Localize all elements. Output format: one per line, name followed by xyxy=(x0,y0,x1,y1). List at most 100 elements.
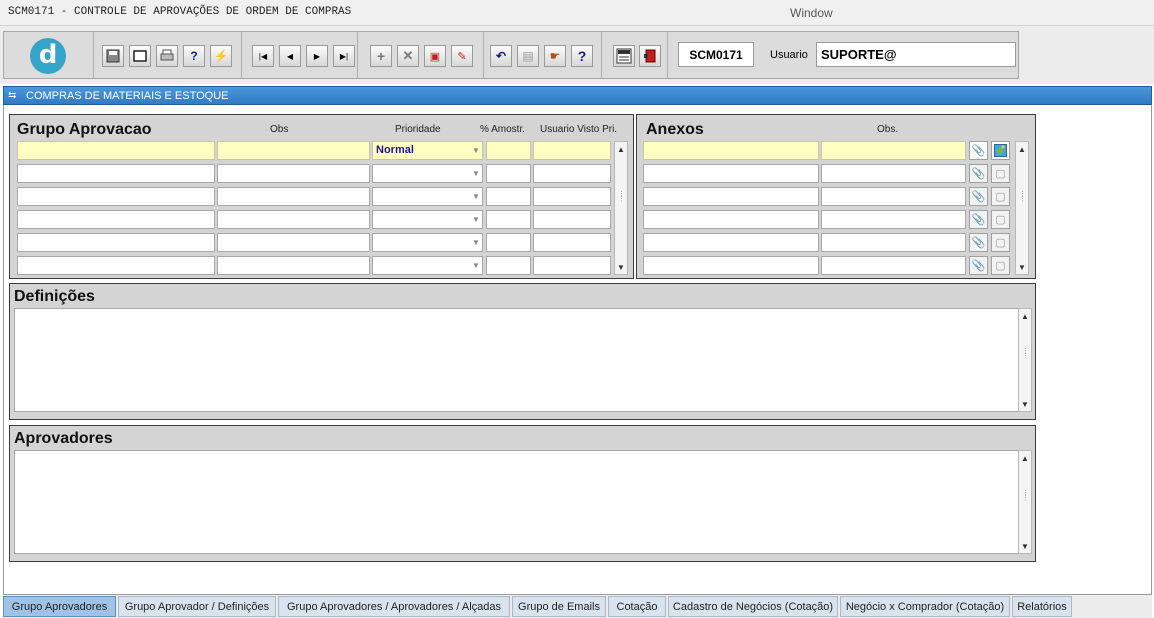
grupo-field[interactable] xyxy=(17,233,215,252)
anexo-field[interactable] xyxy=(643,141,819,160)
duplicate-record-icon[interactable]: ▣ xyxy=(424,45,446,67)
prioridade-select[interactable]: ▼ xyxy=(372,256,483,275)
aprovadores-textarea[interactable] xyxy=(14,450,1019,554)
scroll-up-icon[interactable]: ▲ xyxy=(1019,309,1031,323)
definicoes-textarea[interactable] xyxy=(14,308,1019,412)
scroll-up-icon[interactable]: ▲ xyxy=(615,142,627,156)
anexo-field[interactable] xyxy=(643,187,819,206)
prioridade-select[interactable]: ▼ xyxy=(372,210,483,229)
usuario-visto-field[interactable] xyxy=(533,256,611,275)
scroll-grip-icon[interactable]: ⋮ ⋮ xyxy=(1022,490,1029,502)
obs-field[interactable] xyxy=(217,141,370,160)
paperclip-icon[interactable]: 📎 xyxy=(969,256,988,275)
chevron-down-icon[interactable]: ▼ xyxy=(470,165,482,182)
user-field[interactable]: SUPORTE@ xyxy=(816,42,1016,67)
anexo-obs-field[interactable] xyxy=(821,256,966,275)
paperclip-icon[interactable]: 📎 xyxy=(969,210,988,229)
anexo-obs-field[interactable] xyxy=(821,187,966,206)
scroll-grip-icon[interactable]: ⋮ ⋮ xyxy=(1019,191,1026,203)
next-record-icon[interactable]: ▶ xyxy=(306,45,328,67)
tools-icon[interactable]: ☛ xyxy=(544,45,566,67)
usuario-visto-field[interactable] xyxy=(533,141,611,160)
execute-query-icon[interactable]: ⚡ xyxy=(210,45,232,67)
amostr-field[interactable] xyxy=(486,233,531,252)
edit-record-icon[interactable]: ✎ xyxy=(451,45,473,67)
tab-grupo-aprovadores-alcadas[interactable]: Grupo Aprovadores / Aprovadores / Alçada… xyxy=(278,596,510,617)
paperclip-icon[interactable]: 📎 xyxy=(969,141,988,160)
aprovadores-scrollbar[interactable]: ▲ ⋮ ⋮ ▼ xyxy=(1018,450,1032,554)
amostr-field[interactable] xyxy=(486,187,531,206)
scroll-up-icon[interactable]: ▲ xyxy=(1016,142,1028,156)
tab-cadastro-de-negocios[interactable]: Cadastro de Negócios (Cotação) xyxy=(668,596,838,617)
usuario-visto-field[interactable] xyxy=(533,164,611,183)
scroll-grip-icon[interactable]: ⋮ ⋮ xyxy=(618,191,625,203)
amostr-field[interactable] xyxy=(486,256,531,275)
grupo-scrollbar[interactable]: ▲ ⋮ ⋮ ▼ xyxy=(614,141,628,275)
window-icon[interactable] xyxy=(129,45,151,67)
prioridade-select[interactable]: ▼ xyxy=(372,187,483,206)
image-icon[interactable]: ▢ xyxy=(991,210,1010,229)
last-record-icon[interactable]: ▶| xyxy=(333,45,355,67)
image-icon[interactable]: ▢ xyxy=(991,256,1010,275)
exit-icon[interactable] xyxy=(639,45,661,67)
grupo-field[interactable] xyxy=(17,187,215,206)
definicoes-scrollbar[interactable]: ▲ ⋮ ⋮ ▼ xyxy=(1018,308,1032,412)
anexos-scrollbar[interactable]: ▲ ⋮ ⋮ ▼ xyxy=(1015,141,1029,275)
grupo-field[interactable] xyxy=(17,256,215,275)
collapse-icon[interactable]: ⇆ xyxy=(8,90,16,101)
grupo-field[interactable] xyxy=(17,164,215,183)
clipboard-icon[interactable]: ▤ xyxy=(517,45,539,67)
obs-field[interactable] xyxy=(217,187,370,206)
scroll-down-icon[interactable]: ▼ xyxy=(1019,539,1031,553)
chevron-down-icon[interactable]: ▼ xyxy=(470,257,482,274)
usuario-visto-field[interactable] xyxy=(533,210,611,229)
scroll-up-icon[interactable]: ▲ xyxy=(1019,451,1031,465)
help-icon[interactable]: ? xyxy=(571,45,593,67)
image-icon[interactable]: ▢ xyxy=(991,187,1010,206)
prev-record-icon[interactable]: ◀ xyxy=(279,45,301,67)
save-icon[interactable] xyxy=(102,45,124,67)
anexo-field[interactable] xyxy=(643,256,819,275)
scroll-down-icon[interactable]: ▼ xyxy=(1019,397,1031,411)
menu-icon[interactable] xyxy=(613,45,635,67)
undo-icon[interactable]: ↶ xyxy=(490,45,512,67)
tab-grupo-aprovador-definicoes[interactable]: Grupo Aprovador / Definições xyxy=(118,596,276,617)
image-icon[interactable] xyxy=(991,141,1010,160)
chevron-down-icon[interactable]: ▼ xyxy=(470,142,482,159)
chevron-down-icon[interactable]: ▼ xyxy=(470,234,482,251)
obs-field[interactable] xyxy=(217,233,370,252)
amostr-field[interactable] xyxy=(486,164,531,183)
amostr-field[interactable] xyxy=(486,141,531,160)
grupo-field[interactable] xyxy=(17,141,215,160)
tab-relatorios[interactable]: Relatórios xyxy=(1012,596,1072,617)
delete-record-icon[interactable]: ✕ xyxy=(397,45,419,67)
usuario-visto-field[interactable] xyxy=(533,187,611,206)
insert-record-icon[interactable]: + xyxy=(370,45,392,67)
prioridade-select[interactable]: ▼ xyxy=(372,164,483,183)
print-icon[interactable] xyxy=(156,45,178,67)
tab-cotacao[interactable]: Cotação xyxy=(608,596,666,617)
tab-negocio-x-comprador[interactable]: Negócio x Comprador (Cotação) xyxy=(840,596,1010,617)
paperclip-icon[interactable]: 📎 xyxy=(969,187,988,206)
scroll-down-icon[interactable]: ▼ xyxy=(615,260,627,274)
anexo-obs-field[interactable] xyxy=(821,164,966,183)
image-icon[interactable]: ▢ xyxy=(991,164,1010,183)
tab-grupo-de-emails[interactable]: Grupo de Emails xyxy=(512,596,606,617)
paperclip-icon[interactable]: 📎 xyxy=(969,233,988,252)
amostr-field[interactable] xyxy=(486,210,531,229)
anexo-obs-field[interactable] xyxy=(821,210,966,229)
anexo-obs-field[interactable] xyxy=(821,233,966,252)
anexo-obs-field[interactable] xyxy=(821,141,966,160)
first-record-icon[interactable]: |◀ xyxy=(252,45,274,67)
anexo-field[interactable] xyxy=(643,210,819,229)
paperclip-icon[interactable]: 📎 xyxy=(969,164,988,183)
anexo-field[interactable] xyxy=(643,233,819,252)
image-icon[interactable]: ▢ xyxy=(991,233,1010,252)
prioridade-select[interactable]: ▼ xyxy=(372,233,483,252)
obs-field[interactable] xyxy=(217,256,370,275)
query-help-icon[interactable]: ? xyxy=(183,45,205,67)
prioridade-select[interactable]: Normal ▼ xyxy=(372,141,483,160)
usuario-visto-field[interactable] xyxy=(533,233,611,252)
grupo-field[interactable] xyxy=(17,210,215,229)
tab-grupo-aprovadores[interactable]: Grupo Aprovadores xyxy=(3,596,116,617)
